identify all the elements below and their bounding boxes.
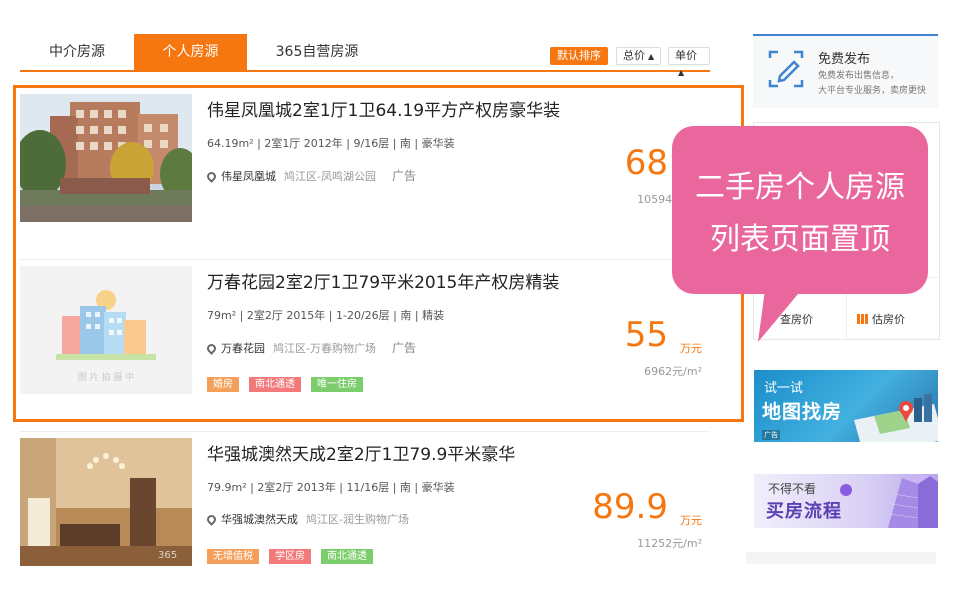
thumb-caption: 图 片 拍 摄 中 [77,373,135,383]
estimate-price-label: 估房价 [872,313,905,326]
listing-location: 万春花园 鸠江区-万春购物广场 广告 [205,339,416,356]
location-pin-icon [205,342,218,355]
sort-unit-label: 单价 [675,49,697,62]
community-link[interactable]: 华强城澳然天成 [221,513,298,526]
listing-title[interactable]: 万春花园2室2厅1卫79平米2015年产权房精装 [207,268,559,293]
thumb-watermark: 365 [158,550,178,561]
ad-label: 广告 [391,341,416,355]
listing-title[interactable]: 伟星凤凰城2室1厅1卫64.19平方产权房豪华装 [207,96,560,121]
map-search-banner[interactable]: 试一试 地图找房 广告 [754,370,938,442]
badge-icon [840,484,852,496]
promo-callout: 二手房个人房源 列表页面置顶 [672,126,928,294]
sort-unit-price-button[interactable]: 单价 ▲ [668,47,710,77]
unit-price: 11252元/m² [637,537,702,550]
location-pin-icon [205,170,218,183]
tag-badge: 南北通透 [321,549,373,564]
sort-total-label: 总价 [623,49,645,62]
tag-badge: 无增值税 [207,549,259,564]
buying-process-banner[interactable]: 不得不看 买房流程 [754,474,938,528]
sort-up-icon: ▲ [678,68,685,77]
listing-price: 89.9 [592,487,668,527]
listing-price: 55 [624,315,668,355]
sort-up-icon: ▲ [648,52,655,61]
sort-total-price-button[interactable]: 总价 ▲ [616,47,662,65]
tag-badge: 南北通透 [249,377,301,392]
ad-label: 广告 [391,169,416,183]
district-text: 鸠江区-润生购物广场 [306,513,409,526]
price-unit: 万元 [680,342,702,355]
listing-location: 华强城澳然天成 鸠江区-润生购物广场 [205,511,409,527]
listing-meta: 64.19m² | 2室1厅 2012年 | 9/16层 | 南 | 豪华装 [207,137,455,150]
listing-tabs: 中介房源 个人房源 365自营房源 默认排序 总价 ▲ 单价▲ [20,34,710,77]
district-text: 鸠江区-凤鸣湖公园 [284,170,376,183]
list-item[interactable]: 图 片 拍 摄 中 万春花园2室2厅1卫79平米2015年产权房精装 79m² … [20,260,710,432]
edit-icon [768,50,804,88]
chart-icon [857,314,868,324]
listing-meta: 79.9m² | 2室2厅 2013年 | 11/16层 | 南 | 豪华装 [207,481,455,494]
price-unit: 万元 [680,514,702,527]
listing-tags: 无增值税 学区房 南北通透 [207,544,383,564]
listing-tags: 婚房 南北通透 唯一住房 [207,372,373,392]
tab-365-self-listings[interactable]: 365自营房源 [247,34,387,70]
listing-thumbnail[interactable]: 365 [20,438,192,566]
building-photo [20,94,192,222]
sidebar-footer-strip [746,552,936,564]
unit-price: 6962元/m² [644,365,702,378]
map-banner-line2: 地图找房 [762,401,843,423]
callout-line2: 列表页面置顶 [710,222,890,257]
tab-personal-listings[interactable]: 个人房源 [134,34,247,70]
listing-title[interactable]: 华强城澳然天成2室2厅1卫79.9平米豪华 [207,440,515,465]
interior-photo [20,438,192,566]
sort-default-label: 默认排序 [557,49,601,62]
listing-thumbnail[interactable]: 图 片 拍 摄 中 [20,266,192,394]
listing-price: 68 [624,143,668,183]
tab-agency-listings[interactable]: 中介房源 [20,34,134,70]
map-illustration [854,394,938,442]
listing-meta: 79m² | 2室2厅 2015年 | 1-20/26层 | 南 | 精装 [207,309,445,322]
list-item[interactable]: 365 华强城澳然天成2室2厅1卫79.9平米豪华 79.9m² | 2室2厅 … [20,432,710,600]
community-link[interactable]: 万春花园 [221,342,265,355]
ad-mark: 广告 [762,430,780,440]
estimate-price-link[interactable]: 估房价 [857,311,905,327]
map-banner-line1: 试一试 [764,381,804,396]
tag-badge: 学区房 [269,549,311,564]
tag-badge: 唯一住房 [311,377,363,392]
sort-default-button[interactable]: 默认排序 [550,47,608,65]
list-item[interactable]: 伟星凤凰城2室1厅1卫64.19平方产权房豪华装 64.19m² | 2室1厅 … [20,88,710,260]
community-link[interactable]: 伟星凤凰城 [221,170,276,183]
free-publish-card[interactable]: 免费发布 免费发布出售信息， 大平台专业服务，卖房更快 [753,34,938,108]
flow-banner-line2: 买房流程 [766,501,842,522]
publish-desc: 免费发布出售信息， [818,71,900,81]
tag-badge: 婚房 [207,377,239,392]
location-pin-icon [205,513,218,526]
publish-desc: 大平台专业服务，卖房更快 [818,86,927,96]
listing-location: 伟星凤凰城 鸠江区-凤鸣湖公园 广告 [205,167,416,184]
publish-title: 免费发布 [818,52,871,67]
building-illustration [888,474,938,528]
flow-banner-line1: 不得不看 [768,482,817,496]
callout-line1: 二手房个人房源 [695,170,905,205]
listing-thumbnail[interactable] [20,94,192,222]
district-text: 鸠江区-万春购物广场 [273,342,376,355]
